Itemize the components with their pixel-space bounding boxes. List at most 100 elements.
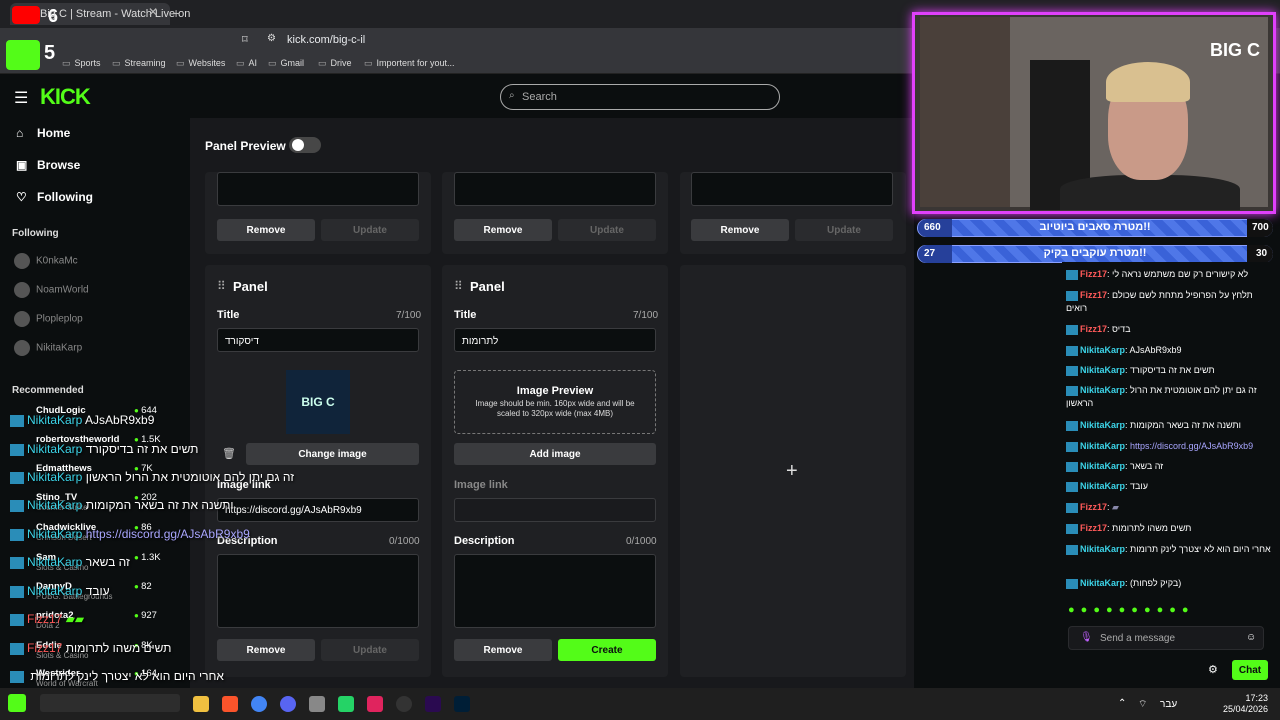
add-image-button[interactable]: Add image [454,443,656,465]
bookmark-gmail[interactable]: Gmail [268,58,305,69]
emote-icon[interactable]: ● [1106,604,1119,616]
chat-username[interactable]: NikitaKarp [1080,345,1125,355]
remove-button[interactable]: Remove [454,639,552,661]
tray-chevron-icon[interactable]: ⌃ [1118,698,1126,709]
obs-icon[interactable] [396,696,412,712]
following-item[interactable]: Plopleplop [14,311,83,327]
remove-button[interactable]: Remove [454,219,552,241]
overlay-chat-line: NikitaKarp זה גם יתן להם אוטומטית את הרו… [10,470,294,484]
network-icon[interactable]: ⌔ [1138,698,1147,711]
emote-icon[interactable]: ● [1093,604,1106,616]
update-button[interactable]: Update [558,219,656,241]
emote-icon[interactable]: ● [1119,604,1132,616]
photoshop-icon[interactable] [454,696,470,712]
bookmark-websites[interactable]: Websites [176,58,226,69]
taskbar [0,688,1280,720]
bookmark-sports[interactable]: Sports [62,58,101,69]
update-button[interactable]: Update [321,639,419,661]
following-item[interactable]: NikitaKarp [14,340,82,356]
update-button[interactable]: Update [321,219,419,241]
chat-send-button[interactable]: Chat [1232,660,1268,680]
whatsapp-icon[interactable] [338,696,354,712]
remove-button[interactable]: Remove [691,219,789,241]
chrome-icon[interactable] [251,696,267,712]
update-button[interactable]: Update [795,219,893,241]
overlay-link[interactable]: https://discord.gg/AJsAbR9xb9 [86,527,250,541]
description-textarea[interactable] [454,554,656,628]
tab-close-icon[interactable]: ✕ [148,5,158,19]
description-field[interactable] [691,172,893,206]
following-item[interactable]: K0nkaMc [14,253,78,269]
change-image-button[interactable]: Change image [246,443,419,465]
chat-username[interactable]: Fizz17 [1080,324,1107,334]
mic-icon[interactable]: 🎙 [1080,632,1093,643]
chat-username[interactable]: NikitaKarp [1080,578,1125,588]
nav-browse[interactable]: ▣ Browse [16,158,80,172]
chat-username[interactable]: NikitaKarp [1080,544,1125,554]
nav-following[interactable]: ♡ Following [16,190,93,204]
emote-icon[interactable]: ● [1182,604,1195,616]
emote-icon[interactable]: ● [1131,604,1144,616]
folder-icon[interactable] [193,696,209,712]
chat-username[interactable]: NikitaKarp [1080,365,1125,375]
chat-username[interactable]: Fizz17 [1080,290,1107,300]
emote-icon[interactable]: ● [1169,604,1182,616]
nav-home[interactable]: ⌂ Home [16,126,70,140]
drag-handle-icon[interactable]: ⠿ [454,279,463,293]
bookmark-drive[interactable]: Drive [318,58,352,69]
following-item[interactable]: NoamWorld [14,282,89,298]
chat-username[interactable]: Fizz17 [1080,269,1107,279]
clock[interactable]: 17:23 25/04/2026 [1216,693,1268,715]
chat-text: ותשנה את זה בשאר המקומות [1130,420,1241,430]
emote-icon[interactable]: ● [1144,604,1157,616]
overlay-user: NikitaKarp [27,555,83,569]
kick-logo[interactable]: KICK [40,84,91,110]
remove-button[interactable]: Remove [217,639,315,661]
gear-icon[interactable]: ⚙ [1208,663,1218,676]
menu-icon[interactable]: ☰ [14,88,28,108]
chat-username[interactable]: Fizz17 [1080,523,1107,533]
bookmark-importent[interactable]: Importent for yout... [364,58,455,69]
chat-username[interactable]: NikitaKarp [1080,461,1125,471]
emote-bar[interactable]: ●●●●●●●●●● [1068,604,1195,616]
add-panel-icon[interactable]: + [786,460,798,483]
description-textarea[interactable] [217,554,419,628]
description-field[interactable] [217,172,419,206]
chat-message: NikitaKarp: (בקיק לפחות) [1066,577,1272,590]
remove-button[interactable]: Remove [217,219,315,241]
new-tab-icon[interactable]: + [172,5,180,21]
chat-username[interactable]: Fizz17 [1080,502,1107,512]
following-heading: Following [12,228,59,239]
brave-icon[interactable] [222,696,238,712]
language-indicator[interactable]: עבר [1160,699,1177,710]
bookmark-ai[interactable]: AI [236,58,258,69]
emote-icon[interactable]: ● [1081,604,1094,616]
site-info-icon[interactable]: ⚙ [267,33,276,44]
image-preview-dropzone[interactable]: Image Preview Image should be min. 160px… [454,370,656,434]
chat-username[interactable]: NikitaKarp [1080,441,1125,451]
emote-icon[interactable]: ● [1068,604,1081,616]
trash-icon[interactable]: 🗑 [222,447,236,460]
chat-text: זה בשאר [1130,461,1164,471]
discord-icon[interactable] [280,696,296,712]
overlay-user: Fizz17 [27,641,63,655]
emoji-icon[interactable]: ☺ [1246,632,1256,643]
kick-taskbar-icon[interactable] [8,694,26,712]
chat-text[interactable]: https://discord.gg/AJsAbR9xb9 [1130,441,1253,451]
emote-icon[interactable]: ● [1157,604,1170,616]
premiere-icon[interactable] [425,696,441,712]
settings-icon[interactable] [309,696,325,712]
bookmark-star-icon[interactable]: ⌑ [242,33,248,46]
drag-handle-icon[interactable]: ⠿ [217,279,226,293]
chat-text: תשים את זה בדיסקורד [1130,365,1215,375]
bookmark-streaming[interactable]: Streaming [112,58,166,69]
image-link-input[interactable] [454,498,656,522]
chat-username[interactable]: NikitaKarp [1080,420,1125,430]
description-field[interactable] [454,172,656,206]
chat-username[interactable]: NikitaKarp [1080,481,1125,491]
chat-username[interactable]: NikitaKarp [1080,385,1125,395]
url-field[interactable]: kick.com/big-c-il [287,34,365,46]
taskbar-search[interactable] [40,694,180,712]
create-button[interactable]: Create [558,639,656,661]
app-icon[interactable] [367,696,383,712]
